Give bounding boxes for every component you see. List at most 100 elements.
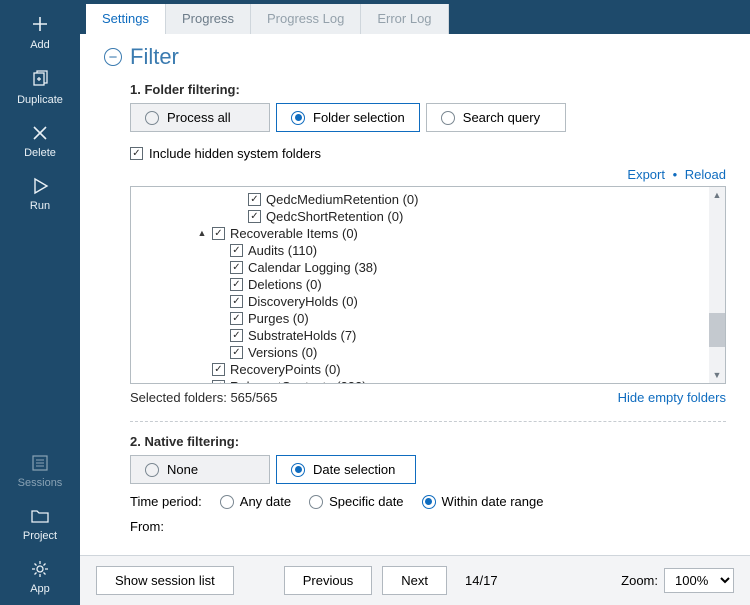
section-header-filter[interactable]: − Filter	[104, 44, 726, 70]
tab-settings[interactable]: Settings	[86, 4, 166, 34]
scroll-up-icon[interactable]: ▲	[709, 187, 725, 203]
tree-item[interactable]: QedcShortRetention (0)	[131, 208, 725, 225]
tree-action-links: Export • Reload	[130, 167, 726, 182]
sidebar-item-delete[interactable]: Delete	[0, 116, 80, 169]
gear-icon	[31, 560, 49, 578]
checkbox-icon[interactable]	[230, 295, 243, 308]
checkbox-icon[interactable]	[212, 380, 225, 384]
option-date-selection[interactable]: Date selection	[276, 455, 416, 484]
tree-item-label: QedcMediumRetention (0)	[266, 191, 418, 208]
option-process-all[interactable]: Process all	[130, 103, 270, 132]
selected-folders-text: Selected folders: 565/565	[130, 390, 277, 405]
tree-item[interactable]: DiscoveryHolds (0)	[131, 293, 725, 310]
sidebar-item-run[interactable]: Run	[0, 169, 80, 222]
show-session-list-button[interactable]: Show session list	[96, 566, 234, 595]
tree-item[interactable]: ▲ Recoverable Items (0)	[131, 225, 725, 242]
section-divider	[130, 421, 726, 422]
radio-icon	[441, 111, 455, 125]
include-hidden-row[interactable]: Include hidden system folders	[130, 146, 726, 161]
left-sidebar: Add Duplicate Delete Run Sessions Projec…	[0, 0, 80, 605]
checkbox-icon[interactable]	[230, 346, 243, 359]
option-search-query[interactable]: Search query	[426, 103, 566, 132]
sidebar-item-sessions: Sessions	[0, 446, 80, 499]
time-option-specific-date[interactable]: Specific date	[309, 494, 403, 509]
folder-tree[interactable]: QedcMediumRetention (0)QedcShortRetentio…	[130, 186, 726, 384]
time-option-within-range[interactable]: Within date range	[422, 494, 544, 509]
option-label: Within date range	[442, 494, 544, 509]
tab-strip: Settings Progress Progress Log Error Log	[80, 0, 750, 34]
option-folder-selection[interactable]: Folder selection	[276, 103, 420, 132]
plus-icon	[30, 14, 50, 34]
include-hidden-label: Include hidden system folders	[149, 146, 321, 161]
checkbox-icon[interactable]	[230, 261, 243, 274]
scroll-down-icon[interactable]: ▼	[709, 367, 725, 383]
tree-item-label: Calendar Logging (38)	[248, 259, 377, 276]
reload-link[interactable]: Reload	[685, 167, 726, 182]
sidebar-item-label: Delete	[24, 147, 56, 159]
option-none[interactable]: None	[130, 455, 270, 484]
tree-item[interactable]: Audits (110)	[131, 242, 725, 259]
folder-filtering-heading: 1. Folder filtering:	[130, 82, 726, 97]
checkbox-icon[interactable]	[212, 227, 225, 240]
tree-item[interactable]: Versions (0)	[131, 344, 725, 361]
checkbox-icon[interactable]	[130, 147, 143, 160]
cross-icon	[31, 124, 49, 142]
checkbox-icon[interactable]	[212, 363, 225, 376]
option-label: Search query	[463, 110, 540, 125]
sidebar-item-label: Project	[23, 530, 57, 542]
radio-icon	[291, 111, 305, 125]
native-filtering-options: None Date selection	[130, 455, 726, 484]
separator-dot: •	[669, 167, 682, 182]
checkbox-icon[interactable]	[230, 278, 243, 291]
option-label: None	[167, 462, 198, 477]
tree-item-label: Audits (110)	[248, 242, 317, 259]
option-label: Any date	[240, 494, 291, 509]
option-label: Date selection	[313, 462, 395, 477]
previous-button[interactable]: Previous	[284, 566, 373, 595]
tree-item-label: DiscoveryHolds (0)	[248, 293, 358, 310]
sidebar-item-project[interactable]: Project	[0, 499, 80, 552]
hide-empty-folders-link[interactable]: Hide empty folders	[618, 390, 726, 405]
collapse-icon[interactable]: −	[104, 48, 122, 66]
next-button[interactable]: Next	[382, 566, 447, 595]
sidebar-item-add[interactable]: Add	[0, 6, 80, 61]
scrollbar-thumb[interactable]	[709, 313, 725, 347]
checkbox-icon[interactable]	[248, 210, 261, 223]
from-label: From:	[130, 519, 726, 534]
tree-item[interactable]: Deletions (0)	[131, 276, 725, 293]
checkbox-icon[interactable]	[230, 312, 243, 325]
section-title: Filter	[130, 44, 179, 70]
expander-icon[interactable]: ▲	[197, 225, 207, 242]
tree-item[interactable]: RelevantContacts (232)	[131, 378, 725, 384]
native-filtering-heading: 2. Native filtering:	[130, 434, 726, 449]
scrollbar-track[interactable]	[709, 187, 725, 383]
checkbox-icon[interactable]	[248, 193, 261, 206]
tree-item[interactable]: SubstrateHolds (7)	[131, 327, 725, 344]
zoom-select[interactable]: 100%	[664, 568, 734, 593]
tab-error-log[interactable]: Error Log	[361, 4, 448, 34]
tree-item-label: Recoverable Items (0)	[230, 225, 358, 242]
checkbox-icon[interactable]	[230, 244, 243, 257]
time-option-any-date[interactable]: Any date	[220, 494, 291, 509]
tree-item-label: Purges (0)	[248, 310, 309, 327]
bottom-bar: Show session list Previous Next 14/17 Zo…	[80, 555, 750, 605]
folder-icon	[30, 507, 50, 525]
folder-filtering-options: Process all Folder selection Search quer…	[130, 103, 726, 132]
page-indicator: 14/17	[465, 573, 498, 588]
tree-item[interactable]: Purges (0)	[131, 310, 725, 327]
export-link[interactable]: Export	[627, 167, 665, 182]
tree-item-label: Versions (0)	[248, 344, 317, 361]
tree-item[interactable]: RecoveryPoints (0)	[131, 361, 725, 378]
tab-progress-log[interactable]: Progress Log	[251, 4, 361, 34]
checkbox-icon[interactable]	[230, 329, 243, 342]
sidebar-item-duplicate[interactable]: Duplicate	[0, 61, 80, 116]
tree-item[interactable]: Calendar Logging (38)	[131, 259, 725, 276]
tree-item-label: QedcShortRetention (0)	[266, 208, 403, 225]
list-icon	[31, 454, 49, 472]
tab-progress[interactable]: Progress	[166, 4, 251, 34]
tree-item-label: RecoveryPoints (0)	[230, 361, 341, 378]
tree-item[interactable]: QedcMediumRetention (0)	[131, 191, 725, 208]
sidebar-item-app[interactable]: App	[0, 552, 80, 605]
sidebar-item-label: Add	[30, 39, 50, 51]
sidebar-item-label: Duplicate	[17, 94, 63, 106]
